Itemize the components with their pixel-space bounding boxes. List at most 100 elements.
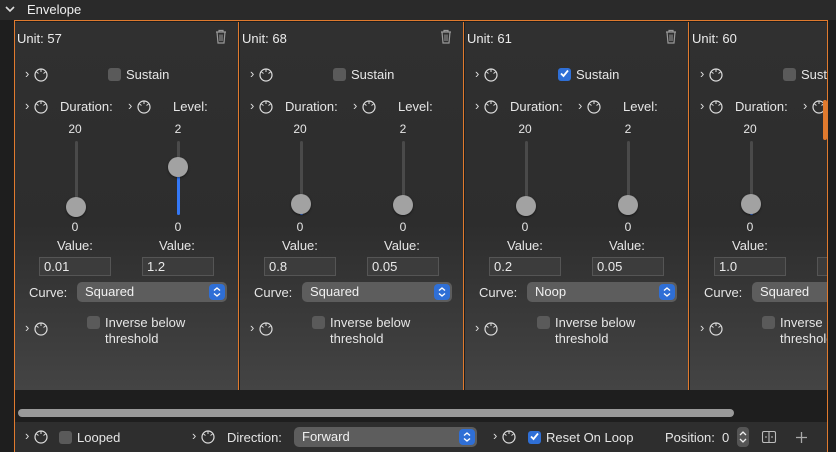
level-modulation-button[interactable]: › [353, 98, 379, 115]
duration-value-label: Value: [57, 238, 93, 253]
curve-select-value: Squared [310, 284, 360, 299]
inverse-checkbox[interactable] [312, 316, 325, 329]
level-slider-track[interactable] [177, 141, 180, 215]
chevron-down-icon[interactable] [4, 3, 16, 15]
duration-modulation-button[interactable]: › [250, 98, 276, 115]
reset-modulation-button[interactable]: › [493, 428, 519, 445]
stepper-icon [739, 431, 747, 443]
level-label: Level: [398, 99, 433, 114]
position-stepper[interactable] [737, 427, 749, 447]
curve-label: Curve: [254, 285, 293, 300]
inverse-checkbox[interactable] [762, 316, 775, 329]
sustain-label: Sustain [351, 67, 395, 82]
section-title: Envelope [27, 2, 82, 17]
modulation-knob-icon [484, 68, 498, 82]
vertical-scroll-thumb[interactable] [823, 100, 827, 140]
level-max-label: 2 [399, 122, 407, 136]
unit-title: Unit: 61 [467, 31, 512, 46]
modulation-knob-icon [259, 100, 273, 114]
units-scroll-area[interactable]: Unit: 57 › Sustain › Duration: › Level: … [15, 22, 827, 390]
duration-value-field[interactable] [264, 257, 336, 276]
level-modulation-button[interactable]: › [578, 98, 604, 115]
inverse-label-line2: threshold [330, 331, 384, 346]
duration-max-label: 20 [518, 122, 532, 136]
duration-modulation-button[interactable]: › [475, 98, 501, 115]
level-min-label: 0 [174, 220, 182, 234]
position-value: 0 [722, 430, 730, 445]
inverse-checkbox[interactable] [537, 316, 550, 329]
curve-select-value: Squared [760, 284, 810, 299]
trash-icon[interactable] [439, 29, 453, 44]
trash-icon[interactable] [664, 29, 678, 44]
level-slider-thumb[interactable] [168, 157, 188, 178]
unit-title: Unit: 68 [242, 31, 287, 46]
curve-select[interactable]: Squared [752, 282, 827, 302]
duration-max-label: 20 [743, 122, 757, 136]
duration-value-field[interactable] [39, 257, 111, 276]
unit-card: Unit: 57 › Sustain › Duration: › Level: … [15, 22, 239, 390]
curve-select[interactable]: Squared [302, 282, 452, 302]
inverse-modulation-button[interactable]: › [25, 320, 51, 337]
duration-slider-thumb[interactable] [291, 194, 311, 215]
level-value-field[interactable] [592, 257, 664, 276]
level-modulation-button[interactable]: › [128, 98, 154, 115]
duration-modulation-button[interactable]: › [25, 98, 51, 115]
modulation-knob-icon [259, 68, 273, 82]
curve-label: Curve: [29, 285, 68, 300]
duration-value-label: Value: [732, 238, 768, 253]
direction-select[interactable]: Forward [294, 427, 477, 447]
modulation-knob-icon [201, 430, 215, 444]
checkmark-icon [530, 432, 539, 441]
horizontal-scrollbar[interactable] [18, 409, 734, 417]
trash-icon[interactable] [214, 29, 228, 44]
inverse-modulation-button[interactable]: › [700, 320, 726, 337]
split-view-icon[interactable] [761, 429, 777, 445]
modulation-knob-icon [484, 322, 498, 336]
sustain-modulation-button[interactable]: › [25, 66, 51, 83]
duration-value-field[interactable] [489, 257, 561, 276]
curve-select[interactable]: Squared [77, 282, 227, 302]
looped-modulation-button[interactable]: › [25, 428, 51, 445]
level-value-field[interactable] [142, 257, 214, 276]
sustain-modulation-button[interactable]: › [250, 66, 276, 83]
curve-select[interactable]: Noop [527, 282, 677, 302]
sustain-checkbox[interactable] [558, 68, 571, 81]
inverse-modulation-button[interactable]: › [250, 320, 276, 337]
position-label: Position: [665, 430, 715, 445]
inverse-label-line2: threshold [105, 331, 159, 346]
modulation-knob-icon [709, 68, 723, 82]
duration-label: Duration: [735, 99, 788, 114]
sustain-checkbox[interactable] [333, 68, 346, 81]
vertical-scrollbar[interactable] [818, 20, 836, 420]
updown-chevron-icon [659, 284, 675, 300]
modulation-knob-icon [259, 322, 273, 336]
level-value-field[interactable] [367, 257, 439, 276]
level-max-label: 2 [624, 122, 632, 136]
duration-slider-thumb[interactable] [516, 196, 536, 217]
level-slider-thumb[interactable] [618, 195, 638, 216]
level-value-label: Value: [159, 238, 195, 253]
level-slider-thumb[interactable] [393, 195, 413, 216]
level-label: Level: [173, 99, 208, 114]
plus-icon[interactable] [795, 431, 808, 444]
sustain-checkbox[interactable] [108, 68, 121, 81]
reset-on-loop-checkbox[interactable] [528, 431, 541, 444]
duration-max-label: 20 [68, 122, 82, 136]
looped-checkbox[interactable] [59, 431, 72, 444]
sustain-modulation-button[interactable]: › [700, 66, 726, 83]
duration-slider-thumb[interactable] [66, 196, 86, 217]
direction-modulation-button[interactable]: › [192, 428, 218, 445]
modulation-knob-icon [34, 100, 48, 114]
inverse-checkbox[interactable] [87, 316, 100, 329]
sustain-label: Sustain [126, 67, 170, 82]
duration-modulation-button[interactable]: › [700, 98, 726, 115]
inverse-label-line1: Inverse below [330, 315, 411, 330]
sustain-modulation-button[interactable]: › [475, 66, 501, 83]
duration-value-field[interactable] [714, 257, 786, 276]
inverse-modulation-button[interactable]: › [475, 320, 501, 337]
level-max-label: 2 [174, 122, 182, 136]
sustain-checkbox[interactable] [783, 68, 796, 81]
modulation-knob-icon [484, 100, 498, 114]
duration-slider-thumb[interactable] [741, 193, 761, 214]
envelope-section-header[interactable]: Envelope [0, 0, 836, 20]
